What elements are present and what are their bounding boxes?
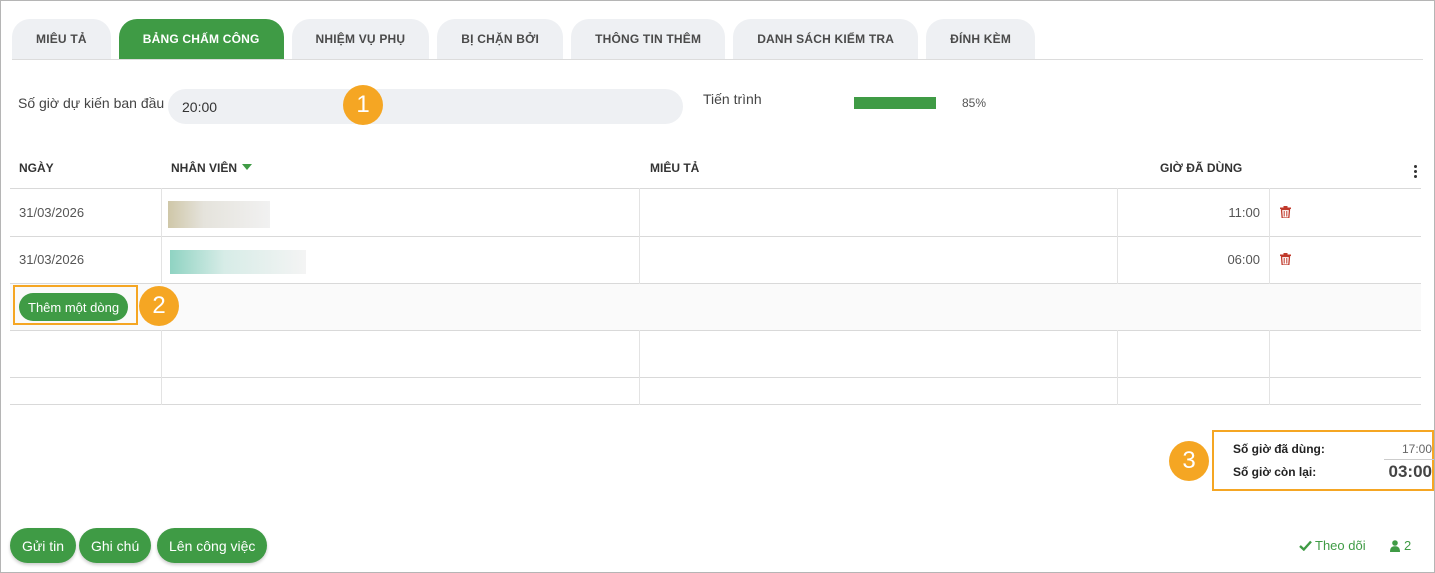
table-divider	[10, 236, 1421, 237]
table-divider	[10, 188, 1421, 189]
column-separator	[639, 330, 640, 405]
estimate-label: Số giờ dự kiến ban đầu	[18, 95, 165, 111]
column-separator	[639, 188, 640, 284]
table-divider	[10, 283, 1421, 284]
progress-bar	[854, 97, 951, 109]
column-separator	[161, 330, 162, 405]
tab-attachments[interactable]: ĐÍNH KÈM	[926, 19, 1036, 59]
followers-count: 2	[1404, 538, 1412, 553]
row-2-hours[interactable]: 06:00	[1160, 252, 1260, 267]
tab-timesheet[interactable]: BẢNG CHẤM CÔNG	[118, 19, 284, 59]
column-separator	[1269, 188, 1270, 284]
callout-badge-3: 3	[1169, 441, 1209, 481]
column-header-employee[interactable]: NHÂN VIÊN	[171, 161, 253, 175]
progress-label: Tiến trình	[703, 91, 762, 107]
send-message-button[interactable]: Gửi tin	[10, 528, 77, 563]
tab-subtasks[interactable]: NHIỆM VỤ PHỤ	[291, 19, 430, 59]
progress-percent: 85%	[962, 96, 987, 110]
add-row-button[interactable]: Thêm một dòng	[19, 293, 129, 321]
column-options-icon[interactable]	[1414, 165, 1418, 178]
table-divider	[10, 330, 1421, 331]
user-icon	[1390, 539, 1400, 552]
tab-bar: MIÊU TẢ BẢNG CHẤM CÔNG NHIỆM VỤ PHỤ BỊ C…	[12, 19, 1036, 59]
tab-description[interactable]: MIÊU TẢ	[12, 19, 111, 59]
callout-badge-2: 2	[139, 286, 179, 326]
progress-bar-fill	[854, 97, 937, 109]
tab-blocked-by[interactable]: BỊ CHẶN BỞI	[437, 19, 564, 59]
column-header-date[interactable]: NGÀY	[19, 161, 54, 175]
add-row-area	[10, 284, 1421, 330]
row-2-date[interactable]: 31/03/2026	[19, 252, 84, 267]
column-header-hours[interactable]: GIỜ ĐÃ DÙNG	[1160, 161, 1242, 175]
hours-remaining-label: Số giờ còn lại:	[1233, 465, 1317, 479]
check-icon	[1299, 540, 1312, 551]
estimate-input[interactable]	[168, 89, 683, 124]
table-divider	[10, 377, 1421, 378]
row-1-employee-redacted[interactable]	[168, 201, 270, 228]
column-separator	[1117, 330, 1118, 405]
hours-used-label: Số giờ đã dùng:	[1233, 442, 1325, 456]
schedule-activity-button[interactable]: Lên công việc	[157, 528, 268, 563]
tab-underline	[12, 59, 1423, 60]
summary-divider	[1384, 459, 1434, 460]
row-1-hours[interactable]: 11:00	[1160, 205, 1260, 220]
callout-badge-1: 1	[343, 85, 383, 125]
followers-button[interactable]: 2	[1390, 538, 1411, 553]
log-note-button[interactable]: Ghi chú	[79, 528, 152, 563]
table-divider	[10, 404, 1421, 405]
sort-desc-icon	[242, 164, 253, 170]
column-separator	[1117, 188, 1118, 284]
tab-extra-info[interactable]: THÔNG TIN THÊM	[571, 19, 726, 59]
delete-row-1-icon[interactable]	[1280, 206, 1291, 218]
follow-label: Theo dõi	[1315, 538, 1366, 553]
tab-checklist[interactable]: DANH SÁCH KIỂM TRA	[733, 19, 919, 59]
delete-row-2-icon[interactable]	[1280, 253, 1291, 265]
column-header-description[interactable]: MIÊU TẢ	[650, 161, 699, 175]
row-2-employee-redacted[interactable]	[170, 250, 306, 274]
hours-used-value: 17:00	[1401, 442, 1432, 456]
column-header-employee-label: NHÂN VIÊN	[171, 161, 238, 175]
row-1-date[interactable]: 31/03/2026	[19, 205, 84, 220]
column-separator	[1269, 330, 1270, 405]
hours-remaining-value: 03:00	[1388, 462, 1432, 481]
follow-button[interactable]: Theo dõi	[1299, 538, 1366, 553]
column-separator	[161, 188, 162, 284]
